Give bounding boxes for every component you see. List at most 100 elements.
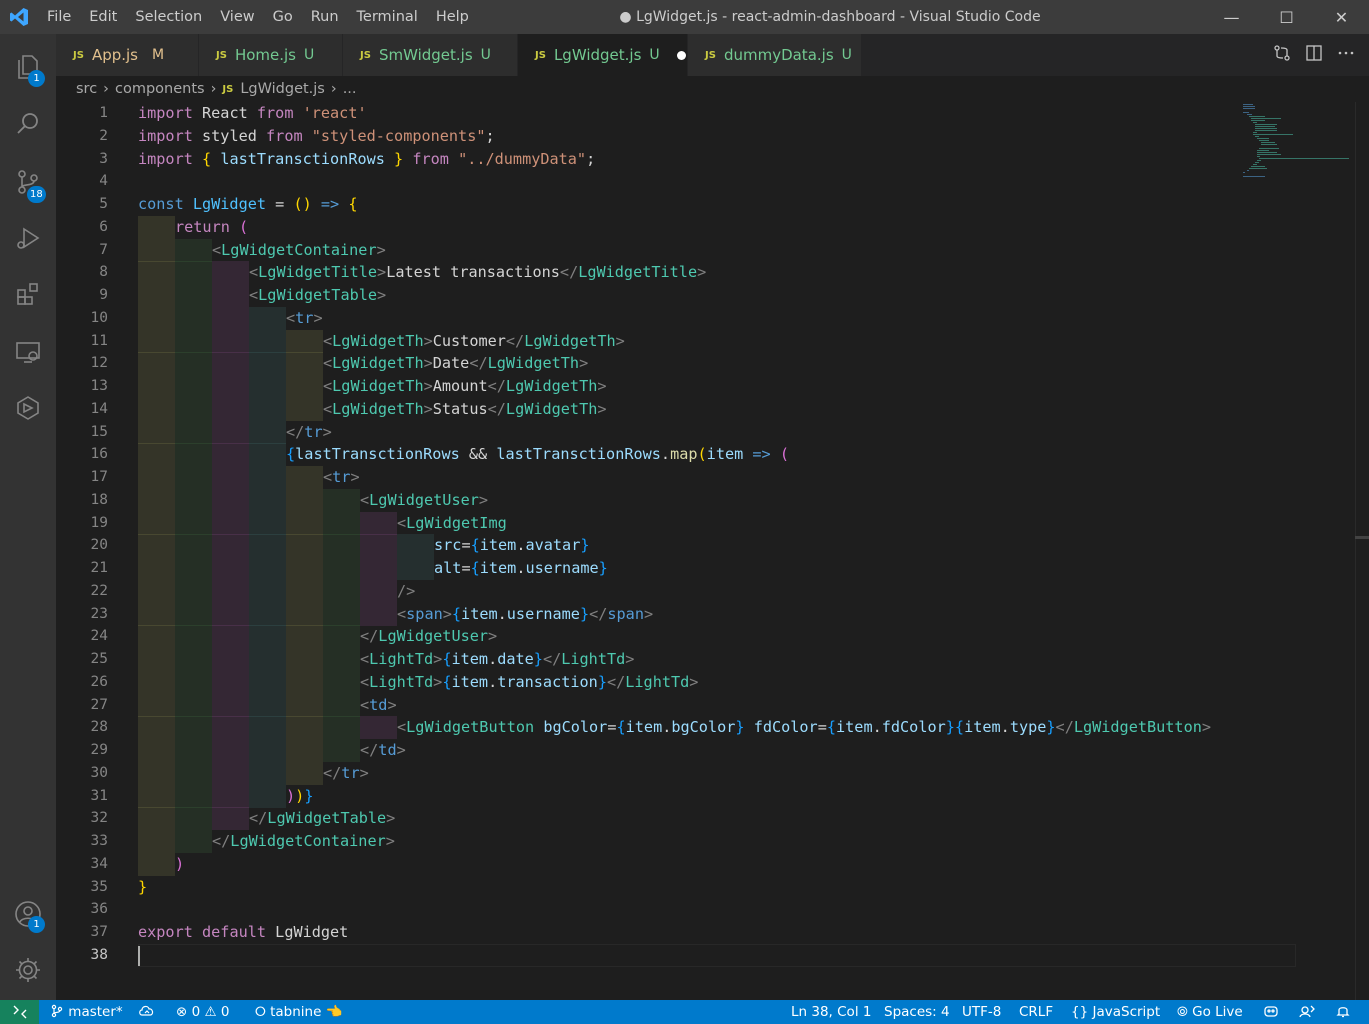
breadcrumb-more[interactable]: ...	[343, 81, 357, 97]
accounts-icon[interactable]: 1	[0, 886, 56, 942]
code-line[interactable]: 19 <LgWidgetImg	[56, 511, 1296, 535]
code-line[interactable]: 9 <LgWidgetTable>	[56, 284, 1296, 307]
code-token: <	[249, 263, 259, 282]
chevron-right-icon: ›	[210, 81, 217, 97]
code-line[interactable]: 29 </td>	[56, 739, 1296, 762]
more-actions-icon[interactable]	[1337, 44, 1355, 62]
code-line[interactable]: 35}	[56, 876, 1296, 899]
code-token: <	[360, 695, 370, 714]
code-line[interactable]: 26 <LightTd>{item.transaction}</LightTd>	[56, 670, 1296, 694]
code-token: <	[212, 240, 222, 259]
code-line[interactable]: 17 <tr>	[56, 466, 1296, 489]
breadcrumb-components[interactable]: components	[115, 81, 205, 97]
breadcrumb-file[interactable]: LgWidget.js	[240, 81, 325, 97]
code-editor[interactable]: 1 import React from 'react' 2 import styled…	[56, 102, 1369, 1000]
language-mode[interactable]: {} JavaScript	[1071, 1000, 1160, 1024]
tabnine-indicator[interactable]: ⭘ tabnine 👈	[255, 1000, 343, 1024]
code-line[interactable]: 15 </tr>	[56, 420, 1296, 444]
manage-gear-icon[interactable]	[0, 942, 56, 998]
breadcrumb-src[interactable]: src	[76, 81, 97, 97]
problems-indicator[interactable]: ⊗ 0 ⚠ 0	[176, 1000, 230, 1024]
code-line[interactable]: 18 <LgWidgetUser>	[56, 488, 1296, 512]
explorer-icon[interactable]: 1	[0, 38, 56, 94]
code-line[interactable]: 27 <td>	[56, 693, 1296, 717]
tab-lgwidget-js[interactable]: JS LgWidget.js U	[518, 34, 688, 76]
end-of-line[interactable]: CRLF	[1019, 1000, 1053, 1024]
feedback-icon[interactable]	[1299, 1000, 1315, 1024]
code-line[interactable]: 8 <LgWidgetTitle>Latest transactions</LgW…	[56, 261, 1296, 285]
maximize-button[interactable]: ☐	[1259, 0, 1314, 34]
remote-indicator-icon[interactable]	[0, 1000, 39, 1024]
close-window-button[interactable]: ✕	[1314, 0, 1369, 34]
code-line[interactable]: 32 </LgWidgetTable>	[56, 807, 1296, 831]
code-line[interactable]: 4	[56, 170, 1296, 193]
menu-view[interactable]: View	[211, 0, 263, 34]
indent-guide	[286, 739, 323, 762]
notifications-bell-icon[interactable]	[1336, 1000, 1350, 1024]
code-line[interactable]: 36	[56, 898, 1296, 921]
code-token: </	[559, 263, 579, 282]
code-line[interactable]: 24 </LgWidgetUser>	[56, 625, 1296, 649]
compare-changes-icon[interactable]	[1273, 44, 1291, 62]
unsaved-dot-icon[interactable]	[676, 50, 686, 60]
code-line[interactable]: 14 <LgWidgetTh>Status</LgWidgetTh>	[56, 397, 1296, 421]
code-line[interactable]: 16 {lastTransctionRows && lastTransctionR…	[56, 443, 1296, 467]
menu-file[interactable]: File	[38, 0, 80, 34]
code-line[interactable]: 33 </LgWidgetContainer>	[56, 830, 1296, 853]
menu-edit[interactable]: Edit	[80, 0, 126, 34]
tab-home-js[interactable]: JS Home.js U	[199, 34, 343, 76]
code-line[interactable]: 5 const LgWidget = () => {	[56, 193, 1296, 216]
code-token: map	[670, 445, 698, 464]
remote-explorer-icon[interactable]	[0, 324, 56, 380]
cursor-position[interactable]: Ln 38, Col 1	[791, 1000, 871, 1024]
extensions-icon[interactable]	[0, 266, 56, 322]
vertical-scrollbar[interactable]	[1355, 102, 1369, 1000]
code-line[interactable]: 37 export default LgWidget	[56, 921, 1296, 944]
split-editor-icon[interactable]	[1305, 44, 1323, 62]
tab-app-js[interactable]: JS App.js M	[56, 34, 199, 76]
code-line[interactable]: 38	[56, 944, 1296, 967]
code-line[interactable]: 30 </tr>	[56, 761, 1296, 785]
testing-icon[interactable]	[0, 380, 56, 436]
minimize-button[interactable]: —	[1204, 0, 1259, 34]
code-line[interactable]: 22 />	[56, 579, 1296, 603]
code-line[interactable]: 28 <LgWidgetButton bgColor={item.bgColor}…	[56, 716, 1296, 740]
code-token: Latest transactions	[386, 263, 560, 282]
code-text: const LgWidget = () => {	[138, 193, 357, 216]
minimap[interactable]	[1241, 102, 1355, 182]
menu-selection[interactable]: Selection	[126, 0, 211, 34]
encoding[interactable]: UTF-8	[962, 1000, 1001, 1024]
search-icon[interactable]	[0, 96, 56, 152]
menu-go[interactable]: Go	[264, 0, 302, 34]
menu-run[interactable]: Run	[302, 0, 348, 34]
tab-dummydata-js[interactable]: JS dummyData.js U	[688, 34, 862, 76]
run-debug-icon[interactable]	[0, 210, 56, 266]
code-line[interactable]: 3 import { lastTransctionRows } from "../…	[56, 148, 1296, 171]
code-line[interactable]: 34)	[56, 852, 1296, 876]
menu-terminal[interactable]: Terminal	[348, 0, 427, 34]
code-line[interactable]: 20 src={item.avatar}	[56, 534, 1296, 558]
indentation[interactable]: Spaces: 4	[884, 1000, 950, 1024]
code-token: <	[323, 331, 333, 350]
code-line[interactable]: 13 <LgWidgetTh>Amount</LgWidgetTh>	[56, 375, 1296, 398]
code-line[interactable]: 11 <LgWidgetTh>Customer</LgWidgetTh>	[56, 329, 1296, 353]
sync-icon[interactable]	[138, 1000, 156, 1024]
code-line[interactable]: 1 import React from 'react'	[56, 102, 1296, 125]
code-line[interactable]: 21 alt={item.username}	[56, 557, 1296, 580]
code-line[interactable]: 2 import styled from "styled-components";	[56, 125, 1296, 148]
indent-guide	[175, 670, 212, 694]
copilot-icon[interactable]	[1263, 1000, 1279, 1024]
code-line[interactable]: 10 <tr>	[56, 306, 1296, 330]
code-line[interactable]: 23 <span>{item.username}</span>	[56, 602, 1296, 626]
source-control-icon[interactable]: 18	[0, 154, 56, 210]
code-line[interactable]: 31))}	[56, 784, 1296, 808]
code-line[interactable]: 25 <LightTd>{item.date}</LightTd>	[56, 648, 1296, 671]
code-line[interactable]: 6 return (	[56, 215, 1296, 239]
code-line[interactable]: 7 <LgWidgetContainer>	[56, 238, 1296, 262]
indent-guide	[249, 716, 286, 740]
go-live-button[interactable]: ⦾ Go Live	[1177, 1000, 1243, 1024]
tab-smwidget-js[interactable]: JS SmWidget.js U	[343, 34, 518, 76]
code-token: )	[175, 854, 185, 873]
code-line[interactable]: 12 <LgWidgetTh>Date</LgWidgetTh>	[56, 352, 1296, 376]
branch-indicator[interactable]: master*	[50, 1000, 123, 1024]
